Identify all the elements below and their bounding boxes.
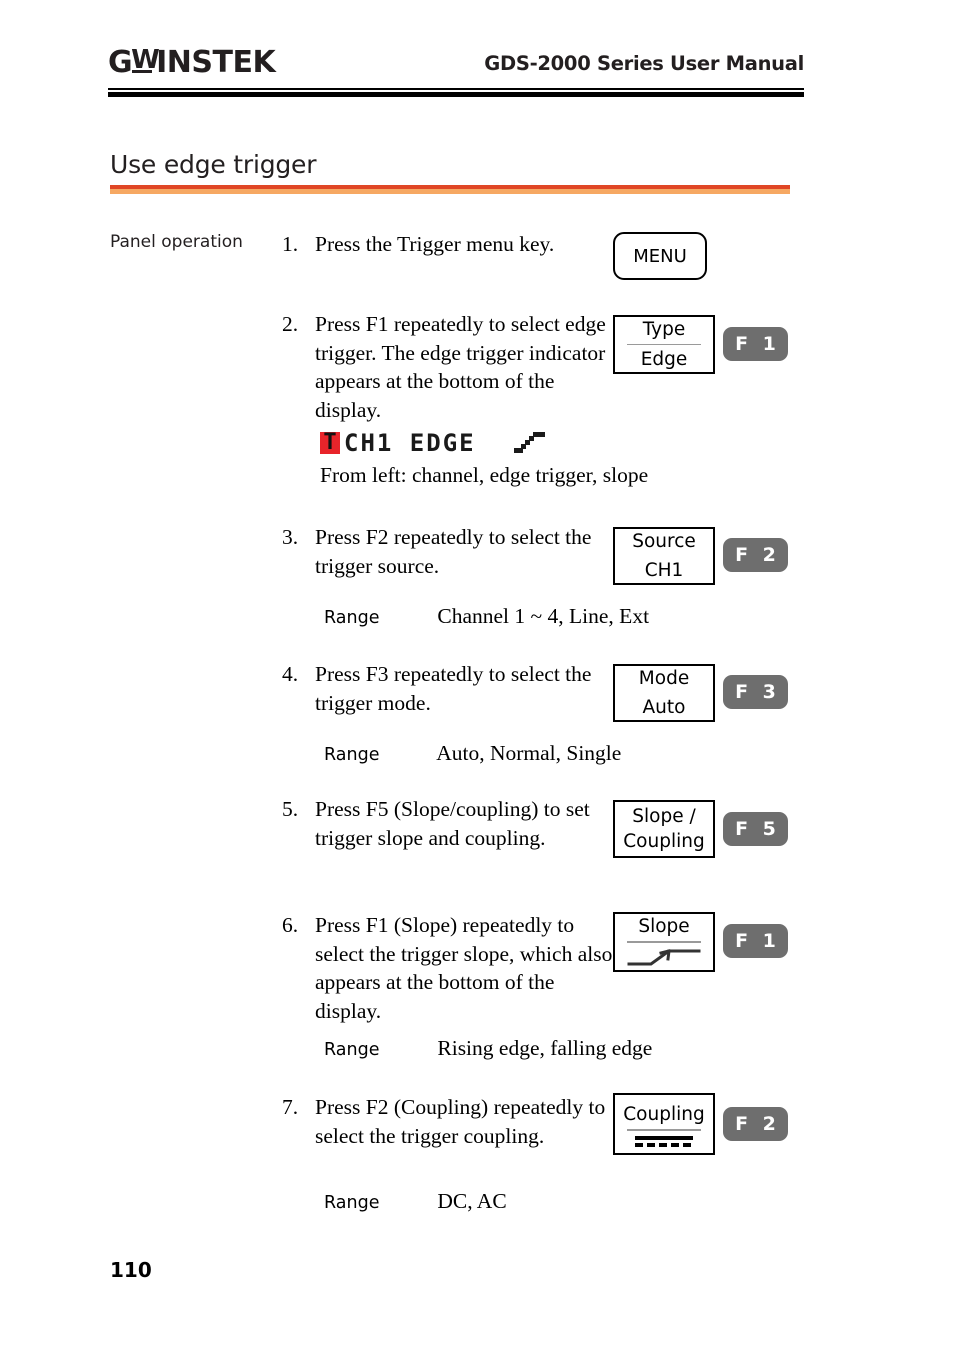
rising-edge-waveform-icon: [625, 945, 703, 970]
fkey-f1-step6[interactable]: F 1: [723, 924, 788, 958]
gw-instek-logo: G W INSTEK: [108, 45, 276, 80]
step-6: 6. Press F1 (Slope) repeatedly to select…: [282, 911, 612, 1025]
softkey-box-slope-coupling[interactable]: Slope / Coupling: [613, 800, 715, 858]
range-row-source: Range Channel 1 ~ 4, Line, Ext: [324, 603, 649, 631]
range-label: Range: [324, 608, 380, 628]
softkey-slope-coupling-line2: Coupling: [623, 831, 705, 852]
softkey-source-title: Source: [632, 531, 696, 552]
softkey-box-mode[interactable]: Mode Auto: [613, 664, 715, 722]
page-header: G W INSTEK GDS-2000 Series User Manual: [108, 40, 804, 98]
dc-coupling-solid-line: [635, 1135, 693, 1140]
header-rule-thin: [108, 88, 804, 90]
range-row-mode: Range Auto, Normal, Single: [324, 740, 621, 768]
heading-rule-light: [110, 189, 790, 194]
range-label: Range: [324, 1040, 380, 1060]
step-3-number: 3.: [282, 525, 299, 549]
softkey-box-slope[interactable]: Slope: [613, 912, 715, 972]
step-1-text: Press the Trigger menu key.: [315, 232, 555, 256]
softkey-type-title: Type: [642, 319, 686, 340]
step-5-text: Press F5 (Slope/coupling) to set trigger…: [315, 797, 590, 850]
softkey-source-value: CH1: [644, 560, 684, 581]
step-6-number: 6.: [282, 913, 299, 937]
range-value: Channel 1 ~ 4, Line, Ext: [437, 604, 650, 628]
step-7-text: Press F2 (Coupling) repeatedly to select…: [315, 1095, 606, 1148]
step-2: 2. Press F1 repeatedly to select edge tr…: [282, 310, 612, 424]
logo-underbar: [132, 70, 153, 73]
logo-word-instek: INSTEK: [156, 45, 276, 80]
softkey-box-coupling[interactable]: Coupling: [613, 1093, 715, 1155]
range-value: Auto, Normal, Single: [436, 741, 622, 765]
step-4-text: Press F3 repeatedly to select the trigge…: [315, 662, 592, 715]
range-label: Range: [324, 1193, 380, 1213]
range-row-slope: Range Rising edge, falling edge: [324, 1035, 652, 1063]
menu-key-button[interactable]: MENU: [613, 232, 707, 280]
fkey-f2-step3[interactable]: F 2: [723, 538, 788, 572]
step-1: 1. Press the Trigger menu key.: [282, 230, 612, 259]
fkey-f2-step7[interactable]: F 2: [723, 1107, 788, 1141]
logo-letter-g: G: [108, 45, 133, 80]
softkey-mode-value: Auto: [642, 697, 686, 718]
header-rule-thick: [108, 92, 804, 97]
page-number: 110: [110, 1258, 152, 1282]
softkey-box-source[interactable]: Source CH1: [613, 527, 715, 585]
step-3-text: Press F2 repeatedly to select the trigge…: [315, 525, 592, 578]
softkey-divider: [627, 1128, 701, 1131]
manual-title: GDS-2000 Series User Manual: [484, 52, 804, 75]
dc-coupling-dashed-line: [635, 1142, 693, 1147]
softkey-slope-coupling-line1: Slope /: [632, 806, 696, 827]
range-value: DC, AC: [437, 1189, 507, 1213]
step-7: 7. Press F2 (Coupling) repeatedly to sel…: [282, 1093, 605, 1150]
step-4-number: 4.: [282, 662, 299, 686]
page-title-text: Use edge trigger: [110, 150, 317, 179]
rising-edge-slope-icon: [513, 431, 548, 455]
panel-operation-label: Panel operation: [110, 232, 243, 252]
logo-letter-w-mark: W: [131, 47, 160, 74]
step-2-number: 2.: [282, 312, 299, 336]
step-7-number: 7.: [282, 1095, 299, 1119]
step-2-text: Press F1 repeatedly to select edge trigg…: [315, 312, 606, 422]
trigger-t-glyph: T: [323, 430, 337, 455]
softkey-divider: [627, 941, 701, 943]
softkey-slope-title: Slope: [638, 916, 690, 937]
softkey-box-type[interactable]: Type Edge: [613, 315, 715, 374]
fkey-f3-step4[interactable]: F 3: [723, 675, 788, 709]
page-title: Use edge trigger: [110, 150, 790, 180]
range-row-coupling: Range DC, AC: [324, 1188, 507, 1216]
edge-trigger-indicator: T CH1 EDGE: [320, 428, 548, 458]
step-3: 3. Press F2 repeatedly to select the tri…: [282, 523, 612, 580]
range-label: Range: [324, 745, 380, 765]
softkey-divider: [627, 344, 701, 345]
trigger-indicator-text: CH1 EDGE: [344, 429, 476, 457]
trigger-t-icon: T: [320, 430, 340, 455]
step-6-text: Press F1 (Slope) repeatedly to select th…: [315, 913, 613, 1023]
dc-coupling-icon: [635, 1135, 693, 1147]
trigger-indicator-caption: From left: channel, edge trigger, slope: [320, 463, 649, 487]
range-value: Rising edge, falling edge: [437, 1036, 653, 1060]
softkey-mode-title: Mode: [638, 668, 690, 689]
step-1-number: 1.: [282, 232, 299, 256]
fkey-f5-step5[interactable]: F 5: [723, 812, 788, 846]
softkey-type-value: Edge: [640, 349, 688, 370]
softkey-coupling-title: Coupling: [623, 1103, 705, 1125]
fkey-f1-step2[interactable]: F 1: [723, 327, 788, 361]
menu-key-label: MENU: [633, 245, 687, 267]
logo-letter-w: W: [131, 45, 160, 75]
step-5: 5. Press F5 (Slope/coupling) to set trig…: [282, 795, 622, 852]
step-4: 4. Press F3 repeatedly to select the tri…: [282, 660, 612, 717]
step-5-number: 5.: [282, 797, 299, 821]
